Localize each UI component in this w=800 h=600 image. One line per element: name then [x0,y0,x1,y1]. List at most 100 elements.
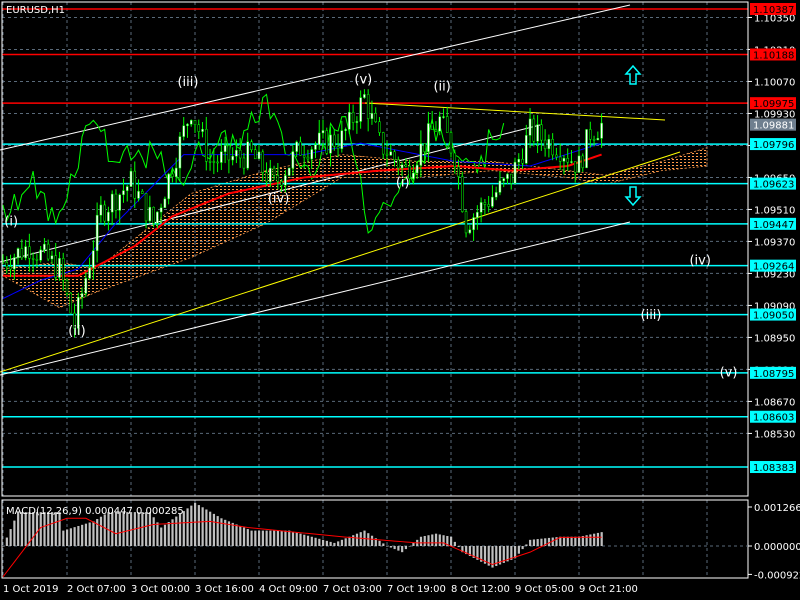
bear-candle [558,156,562,162]
macd-histogram-bar [434,533,438,546]
macd-histogram-bar [246,529,249,546]
bull-candle [43,243,46,251]
bull-candle [58,258,61,278]
wave-label: (iii) [177,75,198,90]
bull-candle [528,118,532,136]
macd-histogram-bar [593,533,596,546]
chart-window[interactable]: (i) (ii) (iii) (iv) (v) (i) (ii) (iv) (iii) (v) 1… [0,0,800,600]
bull-candle [600,122,603,139]
yellow-trendline[interactable] [0,151,681,373]
macd-histogram-bar [273,530,276,546]
macd-histogram-bar [254,530,257,546]
bull-candle [562,158,566,162]
macd-histogram-bar [404,546,408,550]
bear-candle [336,146,340,150]
price-chart[interactable]: (i) (ii) (iii) (iv) (v) (i) (ii) (iv) (iii) (v) 1… [0,0,800,600]
wave-label: (iv) [689,253,710,268]
bull-candle [159,207,163,213]
macd-histogram-bar [397,546,400,551]
macd-histogram-bar [145,512,148,546]
macd-histogram-bar [589,534,592,546]
macd-histogram-bar [9,529,12,546]
macd-histogram-bar [216,516,219,546]
bear-candle [325,130,329,154]
macd-histogram-bar [359,532,362,546]
bull-candle [156,211,159,224]
time-label: 3 Oct 00:00 [131,584,190,595]
macd-histogram-bar [570,536,573,546]
bear-candle [250,141,253,150]
bear-candle [449,132,453,154]
bull-candle [438,116,441,132]
bull-candle [415,164,419,174]
macd-histogram-bar [114,512,118,546]
macd-histogram-bar [2,546,5,547]
macd-histogram-bar [163,524,167,546]
bear-candle [205,129,208,162]
bull-candle [223,145,227,152]
price-level-label: 1.08795 [753,369,794,380]
time-label: 7 Oct 03:00 [323,584,382,595]
macd-histogram-bar [291,531,295,546]
bear-candle [171,173,174,177]
macd-histogram-bar [201,507,204,546]
channel-upper-line[interactable] [0,4,631,151]
price-level-label: 1.08603 [753,413,794,424]
bear-candle [208,161,212,163]
time-axis: 1 Oct 2019 2 Oct 07:00 3 Oct 00:00 3 Oct 16… [3,584,638,595]
bull-candle [491,196,494,207]
macd-histogram-bar [269,530,272,546]
macd-histogram-bar [130,512,133,546]
macd-histogram-bar [352,535,355,546]
bull-candle [295,141,298,152]
bull-candle [547,139,551,150]
bear-candle [69,292,73,314]
macd-histogram-bar [596,532,600,546]
bull-candle [50,255,54,260]
bear-candle [54,255,57,278]
macd-histogram-bar [122,512,125,546]
wave-label: (iv) [268,192,289,207]
bear-candle [555,154,558,158]
macd-histogram-bar [47,512,50,546]
macd-histogram-bar [566,536,569,546]
bull-candle [502,178,505,182]
macd-histogram-bar [333,542,336,546]
macd-histogram-bar [378,540,381,546]
macd-histogram-bar [450,536,453,546]
macd-histogram-bar [58,512,61,546]
macd-histogram-bar [77,525,80,546]
bear-candle [193,120,197,126]
window-title: EURUSD,H1 [6,5,65,16]
bull-candle [92,250,95,269]
price-level-label: 1.08383 [753,463,794,474]
bull-candle [246,141,249,169]
bull-candle [95,214,99,251]
bull-candle [235,149,238,157]
bear-candle [212,161,216,163]
bull-candle [344,129,347,131]
bull-candle [99,204,103,216]
bear-candle [152,206,155,224]
channel-lower-line[interactable] [0,221,631,376]
macd-histogram-bar [536,539,539,546]
bull-candle [231,155,234,161]
bear-candle [265,172,268,182]
bear-candle [216,161,219,164]
bull-candle [310,149,313,160]
macd-histogram-bar [81,524,84,546]
bull-candle [122,190,125,196]
macd-histogram-bar [186,508,189,546]
macd-histogram-bar [457,546,460,548]
bull-candle [125,186,129,191]
bear-candle [423,143,426,153]
bear-candle [521,158,524,164]
price-level-label: 1.10387 [753,5,794,16]
bull-candle [363,94,366,98]
bear-candle [28,246,31,259]
bear-candle [573,161,577,173]
trendlines [0,4,681,376]
macd-label: MACD(12,26,9) 0.000447 0.000285 [6,506,184,517]
price-tick-label: 1.08530 [754,429,795,440]
macd-histogram-bar [20,512,24,546]
